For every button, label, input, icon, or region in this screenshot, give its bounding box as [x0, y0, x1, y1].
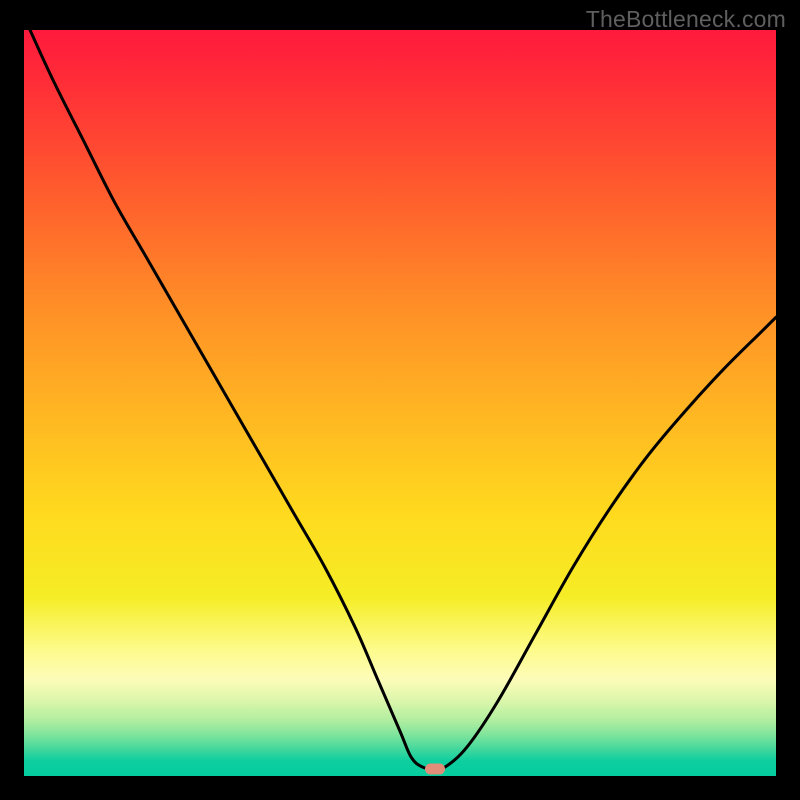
watermark-text: TheBottleneck.com — [586, 6, 786, 33]
chart-frame: TheBottleneck.com — [0, 0, 800, 800]
plot-area — [24, 30, 776, 776]
minimum-marker — [425, 764, 445, 775]
gradient-background — [24, 30, 776, 776]
